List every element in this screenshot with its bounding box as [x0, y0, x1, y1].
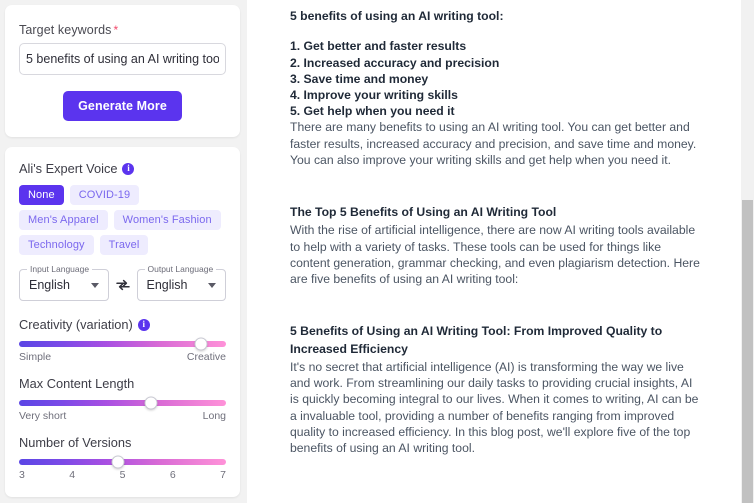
voice-pill-covid-19[interactable]: COVID-19	[69, 185, 140, 205]
max-content-length-slider-track[interactable]	[19, 396, 226, 410]
result-title: The Top 5 Benefits of Using an AI Writin…	[290, 205, 557, 220]
creativity-slider-thumb[interactable]	[194, 337, 208, 351]
result-title: 5 benefits of using an AI writing tool:	[290, 9, 504, 23]
number-of-versions-slider-title-text: Number of Versions	[19, 435, 132, 450]
creativity-slider-max-label: Creative	[186, 351, 226, 363]
result-body: With the rise of artificial intelligence…	[290, 223, 700, 287]
chevron-down-icon	[90, 282, 99, 288]
versions-tick-6: 6	[169, 469, 176, 481]
number-of-versions-slider-block: Number of Versions 3 4 5 6 7	[19, 435, 226, 481]
voice-pill-womens-fashion[interactable]: Women's Fashion	[113, 210, 221, 230]
language-selector-row: Input Language English Output Language E…	[19, 264, 226, 301]
voice-and-settings-card: Ali's Expert Voice i None COVID-19 Men's…	[5, 147, 240, 497]
max-content-length-slider-min-label: Very short	[19, 410, 67, 422]
number-of-versions-slider-thumb[interactable]	[111, 455, 125, 469]
result-block: 5 benefits of using an AI writing tool: …	[290, 8, 702, 168]
number-of-versions-slider-track[interactable]	[19, 455, 226, 469]
expert-voice-title-text: Ali's Expert Voice	[19, 161, 118, 176]
max-content-length-slider-scale: Very short Long	[19, 410, 226, 422]
max-content-length-slider-max-label: Long	[202, 410, 226, 422]
number-of-versions-slider-title: Number of Versions	[19, 435, 226, 450]
info-icon[interactable]: i	[122, 162, 135, 175]
versions-tick-5: 5	[119, 469, 126, 481]
vertical-scrollbar-thumb[interactable]	[742, 200, 753, 503]
expert-voice-title: Ali's Expert Voice i	[19, 161, 226, 176]
output-language-legend: Output Language	[144, 264, 217, 274]
versions-tick-4: 4	[69, 469, 76, 481]
input-language-value: English	[29, 278, 70, 292]
list-item: 3. Save time and money	[290, 71, 429, 86]
target-keywords-card: Target keywords* Generate More	[5, 5, 240, 137]
creativity-slider-track[interactable]	[19, 337, 226, 351]
output-language-select[interactable]: Output Language English	[136, 264, 226, 301]
swap-horizontal-icon[interactable]	[115, 277, 131, 293]
result-benefit-list: 1. Get better and faster results 2. Incr…	[290, 38, 702, 119]
info-icon[interactable]: i	[137, 318, 150, 331]
vertical-scrollbar-track[interactable]	[741, 0, 754, 503]
list-item: 5. Get help when you need it	[290, 104, 455, 119]
creativity-slider-block: Creativity (variation) i Simple Creative	[19, 317, 226, 363]
target-keywords-input[interactable]	[19, 43, 226, 75]
target-keywords-label-text: Target keywords	[19, 23, 112, 37]
output-language-value: English	[146, 278, 188, 292]
voice-pill-mens-apparel[interactable]: Men's Apparel	[19, 210, 108, 230]
list-item: 2. Increased accuracy and precision	[290, 55, 500, 70]
result-title: 5 Benefits of Using an AI Writing Tool: …	[290, 324, 663, 356]
list-item: 1. Get better and faster results	[290, 39, 467, 54]
result-body: There are many benefits to using an AI w…	[290, 120, 697, 167]
app-root: Target keywords* Generate More Ali's Exp…	[0, 0, 754, 503]
chevron-down-icon	[208, 282, 216, 288]
expert-voice-pill-group: None COVID-19 Men's Apparel Women's Fash…	[19, 185, 226, 255]
list-item: 4. Improve your writing skills	[290, 87, 458, 102]
max-content-length-slider-thumb[interactable]	[144, 396, 158, 410]
voice-pill-none[interactable]: None	[19, 185, 64, 205]
versions-tick-3: 3	[19, 469, 25, 481]
creativity-slider-min-label: Simple	[19, 351, 52, 363]
result-block: The Top 5 Benefits of Using an AI Writin…	[290, 204, 702, 287]
input-language-select[interactable]: Input Language English	[19, 264, 109, 301]
result-block: 5 Benefits of Using an AI Writing Tool: …	[290, 323, 702, 456]
result-body: It's no secret that artificial intellige…	[290, 359, 699, 456]
max-content-length-slider-title: Max Content Length	[19, 376, 226, 391]
max-content-length-slider-title-text: Max Content Length	[19, 376, 135, 391]
required-asterisk: *	[113, 23, 119, 37]
input-language-legend: Input Language	[27, 264, 93, 274]
versions-tick-7: 7	[220, 469, 226, 481]
max-content-length-slider-block: Max Content Length Very short Long	[19, 376, 226, 422]
generated-results-panel: 5 benefits of using an AI writing tool: …	[247, 0, 754, 503]
target-keywords-label: Target keywords *	[19, 23, 226, 37]
creativity-slider-title-text: Creativity (variation)	[19, 317, 133, 332]
creativity-slider-title: Creativity (variation) i	[19, 317, 226, 332]
voice-pill-technology[interactable]: Technology	[19, 235, 94, 255]
voice-pill-travel[interactable]: Travel	[99, 235, 149, 255]
settings-sidebar: Target keywords* Generate More Ali's Exp…	[0, 0, 247, 503]
number-of-versions-slider-scale: 3 4 5 6 7	[19, 469, 226, 481]
generate-more-button[interactable]: Generate More	[63, 91, 182, 121]
creativity-slider-scale: Simple Creative	[19, 351, 226, 363]
